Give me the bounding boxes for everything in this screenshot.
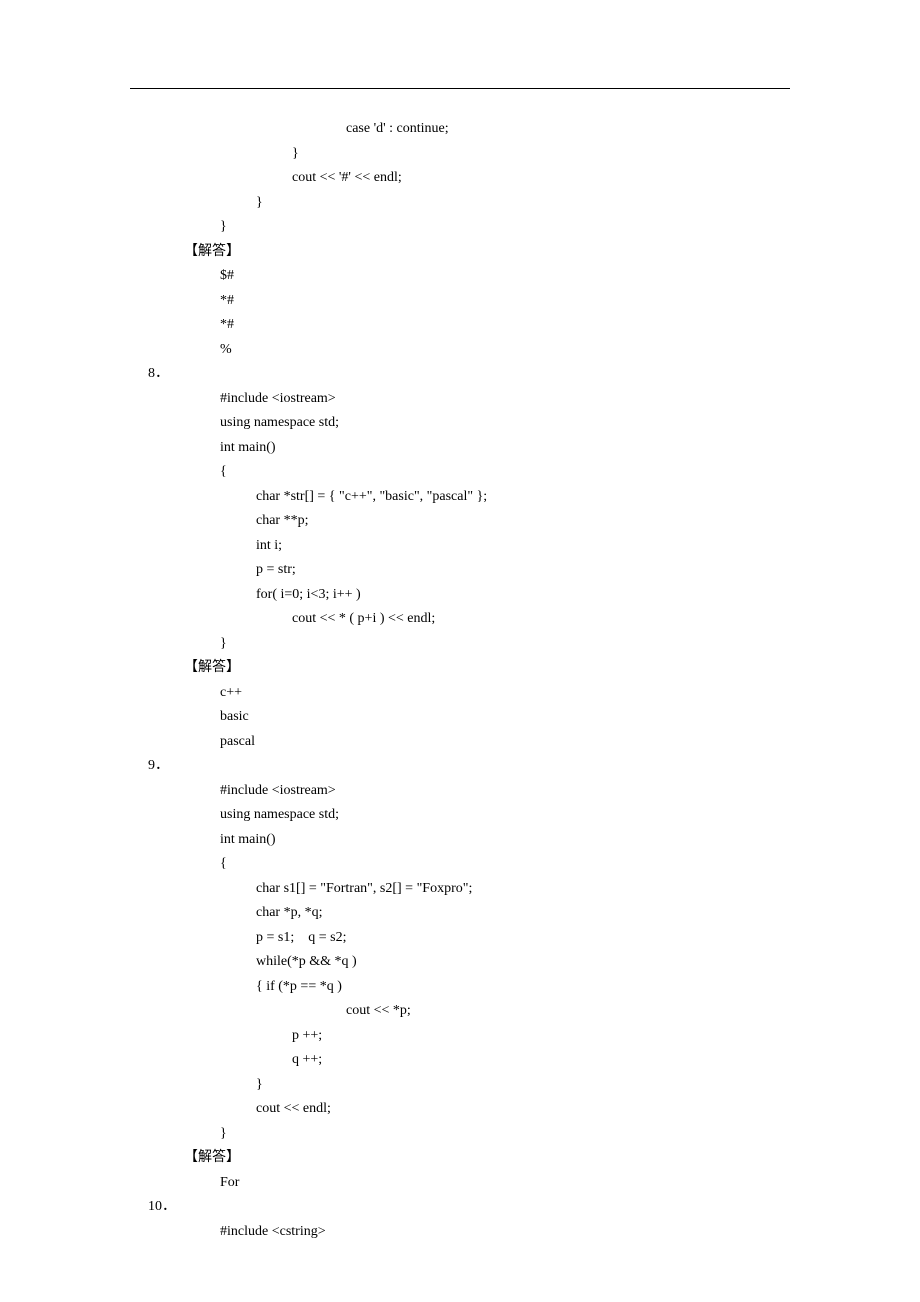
- page-divider: [130, 88, 790, 89]
- code-line: p = str;: [130, 558, 790, 583]
- code-line: }: [130, 1122, 790, 1147]
- code-line: using namespace std;: [130, 803, 790, 828]
- output-line: *#: [130, 313, 790, 338]
- answer-header: 【解答】: [130, 240, 790, 265]
- output-line: $#: [130, 264, 790, 289]
- question-number-8: 8．: [130, 362, 790, 387]
- answer-header: 【解答】: [130, 656, 790, 681]
- code-line: cout << '#' << endl;: [130, 166, 790, 191]
- code-line: case 'd' : continue;: [130, 117, 790, 142]
- output-line: %: [130, 338, 790, 363]
- output-line: pascal: [130, 730, 790, 755]
- code-line: { if (*p == *q ): [130, 975, 790, 1000]
- code-line: #include <iostream>: [130, 779, 790, 804]
- output-line: For: [130, 1171, 790, 1196]
- code-line: q ++;: [130, 1048, 790, 1073]
- code-line: using namespace std;: [130, 411, 790, 436]
- code-line: }: [130, 191, 790, 216]
- code-line: int i;: [130, 534, 790, 559]
- answer-header: 【解答】: [130, 1146, 790, 1171]
- code-line: }: [130, 142, 790, 167]
- question-number-10: 10．: [130, 1195, 790, 1220]
- code-line: while(*p && *q ): [130, 950, 790, 975]
- code-line: cout << *p;: [130, 999, 790, 1024]
- output-line: c++: [130, 681, 790, 706]
- output-line: basic: [130, 705, 790, 730]
- code-line: cout << endl;: [130, 1097, 790, 1122]
- code-line: }: [130, 1073, 790, 1098]
- code-line: char *p, *q;: [130, 901, 790, 926]
- code-line: }: [130, 215, 790, 240]
- output-line: *#: [130, 289, 790, 314]
- code-line: p = s1; q = s2;: [130, 926, 790, 951]
- code-line: #include <iostream>: [130, 387, 790, 412]
- question-number-9: 9．: [130, 754, 790, 779]
- code-line: }: [130, 632, 790, 657]
- code-line: int main(): [130, 828, 790, 853]
- code-line: char **p;: [130, 509, 790, 534]
- code-line: int main(): [130, 436, 790, 461]
- code-line: for( i=0; i<3; i++ ): [130, 583, 790, 608]
- code-line: cout << * ( p+i ) << endl;: [130, 607, 790, 632]
- code-line: p ++;: [130, 1024, 790, 1049]
- document-page: case 'd' : continue; } cout << '#' << en…: [0, 0, 920, 1302]
- code-line: {: [130, 852, 790, 877]
- code-line: char s1[] = "Fortran", s2[] = "Foxpro";: [130, 877, 790, 902]
- code-line: char *str[] = { "c++", "basic", "pascal"…: [130, 485, 790, 510]
- code-line: {: [130, 460, 790, 485]
- code-line: #include <cstring>: [130, 1220, 790, 1245]
